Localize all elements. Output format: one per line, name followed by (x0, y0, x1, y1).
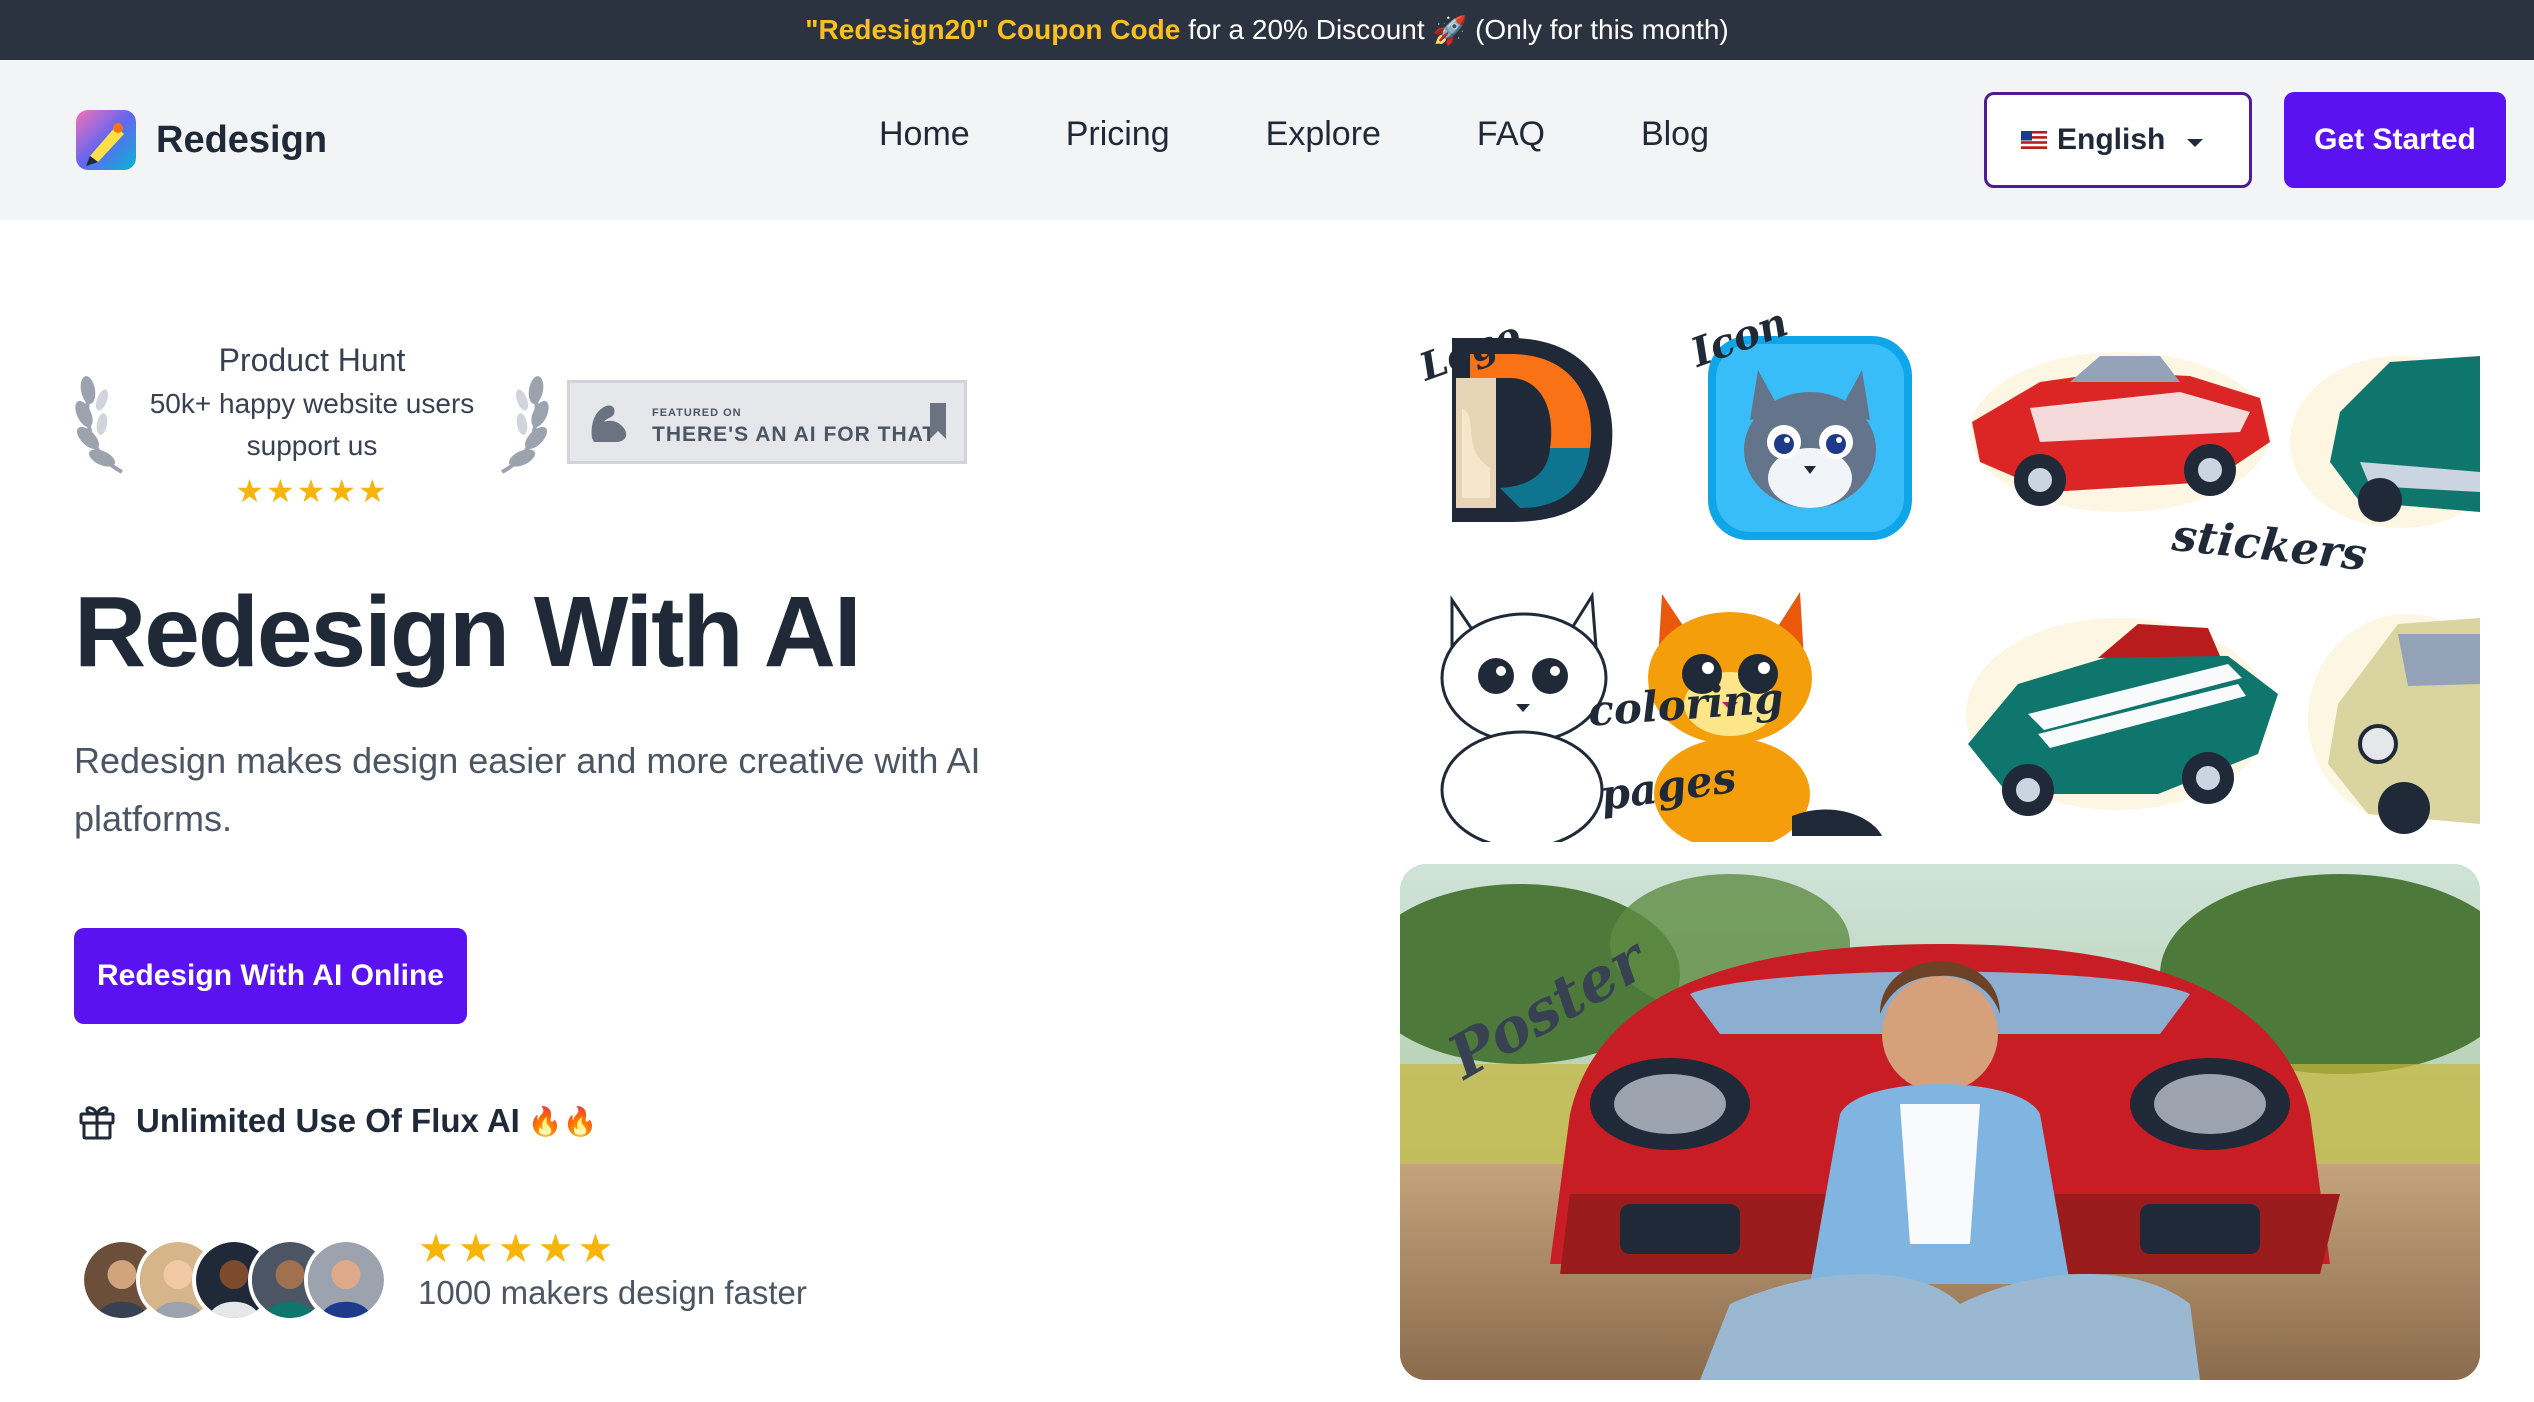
hero-title: Redesign With AI (74, 576, 862, 688)
poster-scene-icon (1400, 864, 2480, 1380)
language-label: English (2057, 123, 2166, 156)
coloring-pages-example-image[interactable]: coloring pages (1412, 580, 1932, 842)
social-proof: ★★★★★ 1000 makers design faster (418, 1226, 807, 1312)
poster-example-image[interactable]: Poster (1400, 864, 2480, 1380)
language-select[interactable]: English (1984, 92, 2252, 188)
avatar (304, 1238, 388, 1322)
laurel-right-icon (501, 376, 549, 474)
product-hunt-line2: support us (246, 430, 378, 461)
feature-text: Unlimited Use Of Flux AI (136, 1102, 520, 1139)
redesign-online-button[interactable]: Redesign With AI Online (74, 928, 467, 1024)
feature-line: Unlimited Use Of Flux AI 🔥🔥 (76, 1100, 598, 1142)
nav-blog[interactable]: Blog (1641, 115, 1709, 154)
get-started-button[interactable]: Get Started (2284, 92, 2506, 188)
promo-text: for a 20% Discount (1180, 14, 1433, 45)
makers-text: 1000 makers design faster (418, 1274, 807, 1311)
featured-on-text: FEATURED ON (652, 407, 742, 419)
rating-stars: ★★★★★ (418, 1227, 618, 1271)
avatar-group (80, 1238, 390, 1322)
gift-icon (79, 1106, 115, 1140)
car-stickers-row2-image[interactable] (1958, 594, 2480, 842)
brand-name: Redesign (156, 118, 328, 161)
laurel-left-icon (75, 376, 123, 474)
main-menu: Home Pricing Explore FAQ Blog (879, 115, 1709, 154)
nav-pricing[interactable]: Pricing (1066, 115, 1170, 154)
fire-icon: 🔥🔥 (527, 1105, 598, 1137)
coupon-code: "Redesign20" Coupon Code (805, 14, 1181, 45)
top-navbar: Redesign Home Pricing Explore FAQ Blog E… (0, 60, 2534, 220)
rocket-icon: 🚀 (1432, 14, 1468, 46)
product-hunt-title: Product Hunt (218, 342, 406, 378)
brand-logo-icon (76, 110, 136, 170)
flag-us-icon (2021, 131, 2047, 149)
stickers-example-image[interactable]: stickers (1960, 312, 2480, 580)
arm-icon (591, 405, 627, 442)
promo-suffix: (Only for this month) (1467, 14, 1729, 45)
badge-tagline: THERE'S AN AI FOR THAT (652, 423, 937, 446)
caret-down-icon (2187, 139, 2203, 147)
nav-home[interactable]: Home (879, 115, 970, 154)
bookmark-icon (930, 403, 946, 439)
theres-an-ai-for-that-badge[interactable]: FEATURED ON THERE'S AN AI FOR THAT (567, 380, 967, 464)
promo-bar[interactable]: "Redesign20" Coupon Code for a 20% Disco… (0, 0, 2534, 60)
product-hunt-badge[interactable]: Product Hunt 50k+ happy website users su… (74, 336, 550, 516)
icon-example-image[interactable]: Icon (1680, 310, 1940, 550)
nav-explore[interactable]: Explore (1266, 115, 1381, 154)
product-hunt-stars: ★★★★★ (235, 473, 389, 509)
brand-link[interactable]: Redesign (74, 108, 327, 172)
logo-example-image[interactable]: Logo (1400, 318, 1630, 548)
product-hunt-line1: 50k+ happy website users (149, 388, 475, 419)
hero-description: Redesign makes design easier and more cr… (74, 740, 981, 839)
car-stickers-row2-icon (1966, 614, 2480, 834)
nav-faq[interactable]: FAQ (1477, 115, 1545, 154)
